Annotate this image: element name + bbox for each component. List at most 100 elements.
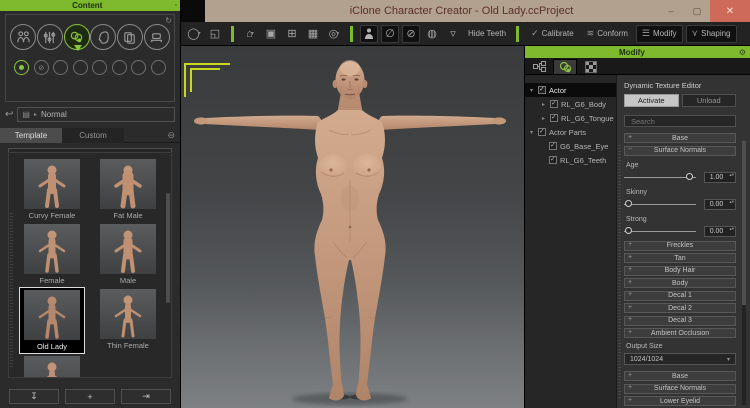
hide-teeth-button[interactable]: Hide Teeth [465, 29, 509, 38]
spinner-arrows[interactable]: ▴▾ [729, 173, 734, 177]
load-button[interactable]: ↧ [9, 389, 59, 404]
tree-item-tongue[interactable]: ▸RL_G6_Tongue [525, 111, 616, 125]
expand-icon[interactable]: − [628, 146, 632, 153]
section-tan[interactable]: +Tan [624, 253, 736, 263]
conform-button[interactable]: ≋Conform [582, 25, 633, 43]
undo-icon[interactable]: ↩ [5, 109, 13, 120]
expand-icon[interactable]: + [628, 241, 632, 248]
section-decal-1[interactable]: +Decal 1 [624, 291, 736, 301]
subcategory-icon[interactable] [151, 60, 166, 75]
activate-button[interactable]: Activate [624, 94, 679, 107]
section-surface-normals-2[interactable]: +Surface Normals [624, 384, 736, 394]
expand-icon[interactable]: + [628, 279, 632, 286]
visibility-options-icon[interactable]: ◎▾ [325, 25, 343, 43]
tree-item-teeth[interactable]: RL_G6_Teeth [525, 153, 616, 167]
collapse-icon[interactable]: ⊖ [167, 130, 175, 141]
tab-template[interactable]: Template [0, 128, 62, 143]
category-skin-active-icon[interactable] [64, 24, 90, 50]
checkbox-checked[interactable] [538, 128, 546, 136]
slider-age-knob[interactable] [686, 173, 693, 180]
link-button[interactable]: ⇥ [121, 389, 171, 404]
slider-strong-track[interactable] [624, 227, 696, 236]
tree-item-actor[interactable]: ▾Actor [525, 83, 616, 97]
scrollbar-thumb[interactable] [742, 141, 746, 305]
home-icon[interactable]: ⌂▾ [241, 25, 259, 43]
checkbox-checked[interactable] [549, 156, 557, 164]
template-item[interactable]: Fat Male [95, 157, 161, 222]
expand-icon[interactable]: + [628, 316, 632, 323]
modify-button[interactable]: ☰Modify [636, 25, 683, 43]
section-base-2[interactable]: +Base [624, 371, 736, 381]
slider-skinny-track[interactable] [624, 200, 696, 209]
output-size-select[interactable]: 1024/1024▾ [624, 353, 736, 365]
expand-icon[interactable]: + [628, 291, 632, 298]
spinner-arrows[interactable]: ▴▾ [729, 200, 734, 204]
template-item[interactable]: Thin Male [19, 354, 85, 377]
section-base[interactable]: +Base [624, 133, 736, 143]
checkbox-checked[interactable] [550, 114, 558, 122]
view-mode-icon[interactable]: ◯▾ [185, 25, 203, 43]
checkbox-checked[interactable] [550, 100, 558, 108]
template-scrollbar[interactable] [166, 193, 170, 303]
category-actor-icon[interactable] [10, 24, 36, 50]
template-item-selected[interactable]: Old Lady [19, 287, 85, 354]
viewport-3d[interactable] [181, 46, 524, 408]
subcategory-selected-icon[interactable] [14, 60, 29, 75]
show-avatar-icon[interactable] [360, 25, 378, 43]
tree-expand-icon[interactable]: ▸ [540, 101, 547, 108]
slider-age-value[interactable]: 1.00▴▾ [704, 172, 736, 183]
maximize-button[interactable]: ▢ [684, 2, 710, 20]
section-body-hair[interactable]: +Body Hair [624, 266, 736, 276]
tab-custom[interactable]: Custom [62, 128, 124, 143]
section-decal-3[interactable]: +Decal 3 [624, 316, 736, 326]
spinner-arrows[interactable]: ▴▾ [729, 227, 734, 231]
panel-layout-icon[interactable]: ▣ [262, 25, 280, 43]
minimize-button[interactable]: – [658, 2, 684, 20]
expand-icon[interactable]: + [628, 384, 632, 391]
render-style-icon[interactable]: ▦ [304, 25, 322, 43]
category-accessory-icon[interactable] [144, 24, 170, 50]
gear-icon[interactable]: ⚙ [739, 48, 750, 57]
subcategory-icon[interactable] [92, 60, 107, 75]
tree-item-actor-parts[interactable]: ▾Actor Parts [525, 125, 616, 139]
slider-strong-value[interactable]: 0.00▴▾ [704, 226, 736, 237]
tree-expand-icon[interactable]: ▾ [528, 87, 535, 94]
expand-icon[interactable]: + [628, 397, 632, 404]
slider-age-track[interactable] [624, 173, 696, 182]
subcategory-icon[interactable] [53, 60, 68, 75]
content-panel-header[interactable]: Content ◦ [0, 0, 180, 11]
checkbox-checked[interactable] [549, 142, 557, 150]
subcategory-pattern-icon[interactable]: ⊘ [34, 60, 49, 75]
slider-strong-knob[interactable] [625, 227, 632, 234]
template-item[interactable]: Female [19, 222, 85, 287]
collapse-chevron-icon[interactable]: ▿ [444, 25, 462, 43]
tree-item-body[interactable]: ▸RL_G6_Body [525, 97, 616, 111]
section-body[interactable]: +Body [624, 278, 736, 288]
expand-icon[interactable]: + [628, 329, 632, 336]
expand-icon[interactable]: + [628, 266, 632, 273]
template-item[interactable]: Thin Female [95, 287, 161, 354]
expand-icon[interactable]: + [628, 304, 632, 311]
tab-texture[interactable] [579, 59, 603, 74]
tab-material-active[interactable] [553, 59, 577, 74]
calibrate-button[interactable]: ✓Calibrate [526, 25, 579, 43]
section-surface-normals[interactable]: −Surface Normals [624, 146, 736, 156]
hide-mesh-icon[interactable]: ∅ [381, 25, 399, 43]
modify-scrollbar[interactable] [742, 141, 746, 405]
unload-button[interactable]: Unload [682, 94, 737, 107]
shaping-button[interactable]: ⋎Shaping [686, 25, 737, 43]
expand-icon[interactable]: + [628, 254, 632, 261]
expand-icon[interactable]: + [628, 134, 632, 141]
tree-expand-icon[interactable]: ▾ [528, 129, 535, 136]
close-button[interactable]: ✕ [710, 0, 750, 22]
mode-dropdown[interactable]: ▤ ▸ Normal [17, 107, 175, 122]
slider-skinny-value[interactable]: 0.00▴▾ [704, 199, 736, 210]
pin-icon[interactable]: ◦ [175, 2, 180, 9]
checkbox-checked[interactable] [538, 86, 546, 94]
tree-item-eye[interactable]: G6_Base_Eye [525, 139, 616, 153]
modify-search[interactable] [624, 115, 736, 127]
template-item[interactable]: Curvy Female [19, 157, 85, 222]
modify-search-input[interactable] [629, 116, 731, 127]
drag-handle-dots[interactable] [10, 213, 13, 367]
globe-icon[interactable]: ◍ [423, 25, 441, 43]
